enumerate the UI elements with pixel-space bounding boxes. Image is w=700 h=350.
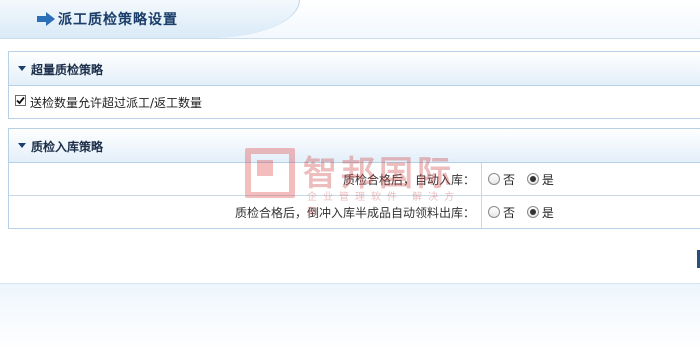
radio-button[interactable]	[527, 173, 539, 185]
collapse-caret-icon[interactable]	[18, 143, 26, 148]
auto-inbound-options: 否 是	[482, 163, 700, 196]
section-inbound: 质检入库策略 质检合格后，自动入库： 否 是 质检合格后，倒冲入库半成品自动领料…	[8, 128, 700, 229]
title-tab: 派工质检策略设置	[0, 0, 300, 38]
auto-inbound-yes[interactable]: 是	[527, 171, 554, 188]
radio-button[interactable]	[488, 173, 500, 185]
arrow-right-icon	[36, 11, 56, 27]
section-title: 超量质检策略	[31, 61, 103, 78]
section-title: 质检入库策略	[31, 138, 103, 155]
table-row: 质检合格后，倒冲入库半成品自动领料出库： 否 是	[9, 196, 700, 229]
title-bar: 派工质检策略设置	[0, 0, 700, 39]
section-header[interactable]: 质检入库策略	[9, 129, 700, 163]
settings-table: 质检合格后，自动入库： 否 是 质检合格后，倒冲入库半成品自动领料出库： 否 是	[9, 163, 700, 228]
backflush-yes[interactable]: 是	[527, 204, 554, 221]
auto-inbound-no[interactable]: 否	[488, 171, 515, 188]
backflush-label: 质检合格后，倒冲入库半成品自动领料出库：	[9, 196, 482, 229]
allow-exceed-label[interactable]: 送检数量允许超过派工/返工数量	[30, 94, 202, 111]
section-over-quantity: 超量质检策略 送检数量允许超过派工/返工数量	[8, 51, 700, 119]
allow-exceed-checkbox[interactable]	[15, 95, 26, 106]
page-title: 派工质检策略设置	[58, 9, 178, 29]
backflush-options: 否 是	[482, 196, 700, 229]
radio-button[interactable]	[488, 206, 500, 218]
backflush-no[interactable]: 否	[488, 204, 515, 221]
section-header[interactable]: 超量质检策略	[9, 52, 700, 86]
radio-button[interactable]	[527, 206, 539, 218]
auto-inbound-label: 质检合格后，自动入库：	[9, 163, 482, 196]
allow-exceed-row: 送检数量允许超过派工/返工数量	[9, 86, 700, 118]
collapse-caret-icon[interactable]	[18, 66, 26, 71]
footer-band	[0, 283, 700, 350]
checkmark-icon	[16, 96, 25, 105]
table-row: 质检合格后，自动入库： 否 是	[9, 163, 700, 196]
